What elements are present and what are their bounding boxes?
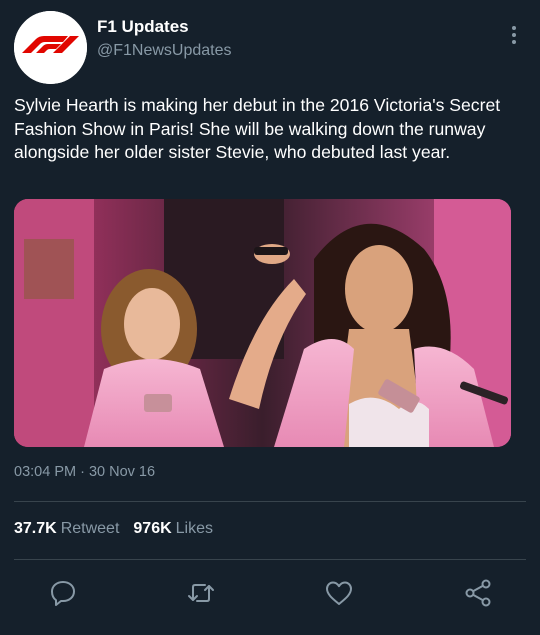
display-name[interactable]: F1 Updates — [97, 17, 189, 37]
avatar[interactable] — [14, 11, 87, 84]
tweet-actions — [0, 576, 540, 610]
retweet-icon[interactable] — [184, 576, 218, 610]
tweet-photo[interactable] — [14, 199, 511, 447]
likes-label: Likes — [175, 520, 214, 537]
retweets-label: Retweet — [60, 520, 120, 537]
reply-icon[interactable] — [46, 576, 80, 610]
tweet-text: Sylvie Hearth is making her debut in the… — [14, 95, 501, 162]
tweet-stats: 37.7K Retweet 976K Likes — [14, 520, 213, 538]
more-vertical-icon[interactable] — [508, 24, 520, 46]
retweets-count: 37.7K — [14, 520, 57, 537]
retweets-stat[interactable]: 37.7K Retweet — [14, 520, 119, 537]
likes-stat[interactable]: 976K Likes — [133, 520, 213, 537]
divider — [14, 559, 526, 560]
tweet-timestamp[interactable]: 03:04 PM · 30 Nov 16 — [14, 464, 155, 480]
heart-icon[interactable] — [322, 576, 356, 610]
tweet-card: F1 Updates @F1NewsUpdates Sylvie Hearth … — [0, 0, 540, 635]
share-icon[interactable] — [461, 576, 495, 610]
user-handle[interactable]: @F1NewsUpdates — [97, 42, 232, 60]
divider — [14, 501, 526, 502]
tweet-header: F1 Updates @F1NewsUpdates — [14, 10, 526, 84]
likes-count: 976K — [133, 520, 172, 537]
f1-logo-icon — [14, 11, 87, 84]
